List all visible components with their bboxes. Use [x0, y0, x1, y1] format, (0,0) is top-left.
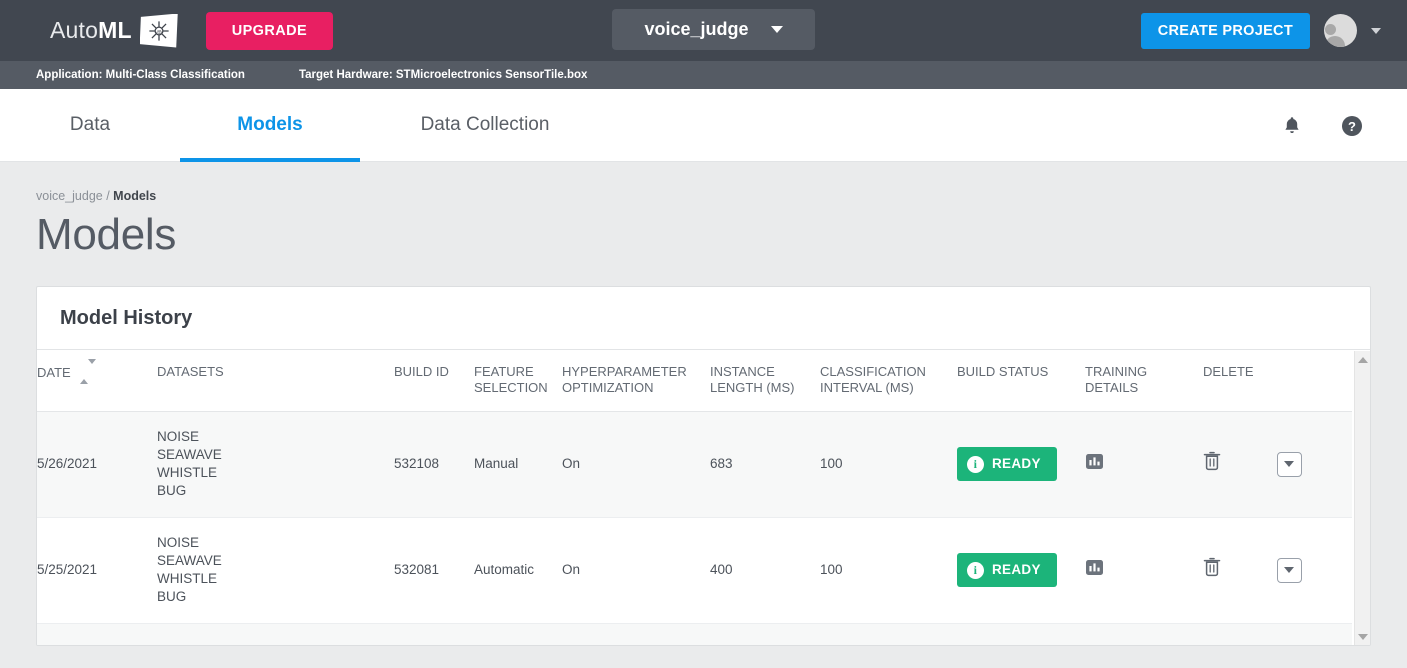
col-date[interactable]: DATE — [37, 350, 157, 411]
status-badge-label: READY — [992, 455, 1041, 471]
chevron-down-icon — [770, 26, 783, 33]
status-badge-label: READY — [992, 561, 1041, 577]
breadcrumb-project[interactable]: voice_judge — [36, 189, 103, 203]
logo-text: AutoML — [50, 17, 132, 44]
cell-hyperparameter-optimization: On — [562, 561, 581, 577]
cell-datasets: NOISE SEAWAVE WHISTLE BUG — [157, 428, 222, 499]
cell-hyperparameter-optimization: On — [562, 455, 581, 471]
account-chevron-down-icon[interactable] — [1371, 27, 1381, 34]
app-logo[interactable]: AutoML @ — [50, 13, 178, 48]
col-feature-selection: FEATURE SELECTION — [474, 364, 548, 396]
tab-data[interactable]: Data — [0, 89, 180, 162]
project-selector[interactable]: voice_judge — [612, 9, 815, 50]
cell-classification-interval: 100 — [820, 455, 843, 471]
bar-chart-icon[interactable] — [1085, 452, 1104, 476]
breadcrumb-separator: / — [106, 189, 110, 203]
tabbar-actions: ? — [1283, 89, 1363, 162]
scroll-up-arrow[interactable] — [1355, 351, 1370, 368]
info-icon: i — [967, 561, 984, 579]
create-project-button[interactable]: CREATE PROJECT — [1140, 12, 1310, 49]
project-selector-label: voice_judge — [644, 19, 749, 39]
page-title: Models — [36, 210, 177, 259]
trash-icon[interactable] — [1203, 557, 1221, 582]
col-hyperparameter-optimization: HYPERPARAMETER OPTIMIZATION — [562, 364, 687, 396]
page-body: voice_judge / Models Models Model Histor… — [0, 162, 1407, 668]
avatar[interactable] — [1324, 14, 1357, 47]
col-classification-interval: CLASSIFICATION INTERVAL (MS) — [820, 364, 926, 396]
cell-datasets — [157, 623, 394, 645]
svg-text:?: ? — [1348, 119, 1356, 134]
application-label: Application: Multi-Class Classification — [36, 69, 245, 81]
model-history-table: DATE DATASETS BUILD ID FEATURE SELECTION… — [37, 350, 1352, 645]
logo-auto: Auto — [50, 17, 99, 43]
tab-models[interactable]: Models — [180, 89, 360, 162]
scroll-down-arrow[interactable] — [1355, 628, 1370, 645]
col-build-id: BUILD ID — [394, 364, 449, 379]
tab-data-collection[interactable]: Data Collection — [360, 89, 610, 162]
cell-feature-selection: Automatic — [474, 561, 535, 577]
cell-date: 5/25/2021 — [37, 561, 98, 577]
status-badge[interactable]: i READY — [957, 552, 1057, 588]
trash-icon[interactable] — [1203, 451, 1221, 476]
table-head: DATE DATASETS BUILD ID FEATURE SELECTION… — [37, 350, 1352, 411]
logo-ml: ML — [98, 17, 132, 43]
cell-feature-selection: Manual — [474, 455, 519, 471]
card-title: Model History — [60, 306, 193, 329]
cell-delete — [1203, 517, 1352, 623]
table-row[interactable]: 5/26/2021 NOISE SEAWAVE WHISTLE BUG 532108 … — [37, 411, 1352, 517]
card-header: Model History — [37, 287, 1370, 350]
cell-training-details — [1085, 411, 1203, 517]
main-tabs: Data Models Data Collection ? — [0, 89, 1407, 162]
cell-instance-length: 683 — [710, 455, 733, 471]
table-body: 5/26/2021 NOISE SEAWAVE WHISTLE BUG 532108 … — [37, 411, 1352, 645]
cell-date — [37, 623, 157, 645]
row-menu-button[interactable] — [1276, 451, 1302, 477]
col-datasets: DATASETS — [157, 364, 224, 379]
cell-build-id: 532108 — [394, 455, 440, 471]
col-training-details: TRAINING DETAILS — [1085, 364, 1148, 396]
target-hardware-label: Target Hardware: STMicroelectronics Sens… — [298, 69, 588, 81]
col-delete: DELETE — [1203, 364, 1254, 379]
col-instance-length: INSTANCE LENGTH (MS) — [710, 364, 795, 396]
breadcrumb: voice_judge / Models — [36, 162, 1371, 203]
svg-text:@: @ — [156, 29, 162, 35]
breadcrumb-current: Models — [113, 189, 157, 203]
context-bar: Application: Multi-Class Classification … — [0, 61, 1407, 89]
bell-icon[interactable] — [1283, 116, 1301, 136]
top-bar-right: CREATE PROJECT — [1140, 0, 1381, 61]
table-row[interactable] — [37, 623, 1352, 645]
question-circle-icon[interactable]: ? — [1341, 115, 1363, 137]
cell-date: 5/26/2021 — [37, 455, 98, 471]
cell-delete — [1203, 411, 1352, 517]
info-icon: i — [967, 455, 984, 473]
cell-training-details — [1085, 517, 1203, 623]
col-date-label: DATE — [37, 365, 71, 380]
model-history-card: Model History DATE DATASETS BUILD ID FEA… — [36, 286, 1371, 646]
top-bar: AutoML @ UPGRADE voice_judge CREATE PROJ… — [0, 0, 1407, 61]
col-build-status: BUILD STATUS — [957, 364, 1049, 379]
chip-icon: @ — [139, 13, 178, 48]
cell-build-status: i READY — [957, 411, 1085, 517]
cell-classification-interval: 100 — [820, 561, 843, 577]
chevron-down-icon — [1284, 567, 1295, 574]
cell-datasets: NOISE SEAWAVE WHISTLE BUG — [157, 534, 222, 605]
bar-chart-icon[interactable] — [1085, 558, 1104, 582]
table-row[interactable]: 5/25/2021 NOISE SEAWAVE WHISTLE BUG 532081 … — [37, 517, 1352, 623]
chevron-down-icon — [1284, 461, 1295, 468]
sort-icon — [79, 359, 96, 384]
table-header-row: DATE DATASETS BUILD ID FEATURE SELECTION… — [37, 350, 1352, 411]
cell-build-status: i READY — [957, 517, 1085, 623]
row-menu-button[interactable] — [1276, 557, 1302, 583]
table-scrollbar[interactable] — [1354, 351, 1370, 645]
cell-instance-length: 400 — [710, 561, 733, 577]
status-badge[interactable]: i READY — [957, 446, 1057, 482]
upgrade-button[interactable]: UPGRADE — [205, 11, 334, 50]
cell-build-id: 532081 — [394, 561, 440, 577]
